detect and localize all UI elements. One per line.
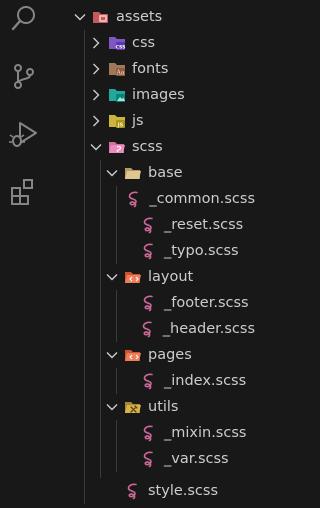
sass-file-icon <box>140 424 158 442</box>
tree-item-pages[interactable]: pages <box>48 342 255 368</box>
tree-item-assets[interactable]: assets <box>48 4 255 30</box>
chevron-right-icon <box>88 61 104 77</box>
sass-file-icon <box>125 190 143 208</box>
tree-item-utils[interactable]: utils <box>48 394 255 420</box>
chevron-down-icon <box>88 139 104 155</box>
tree-item-label: pages <box>148 347 192 363</box>
chevron-right-icon <box>88 87 104 103</box>
svg-text:Aa: Aa <box>116 70 125 77</box>
tree-item-label: images <box>132 87 185 103</box>
tree-item-layout[interactable]: layout <box>48 264 255 290</box>
chevron-down-icon <box>72 9 88 25</box>
tree-item-mixin-scss[interactable]: _mixin.scss <box>48 420 255 446</box>
chevron-right-icon <box>88 113 104 129</box>
tree-item-base[interactable]: base <box>48 160 255 186</box>
tree-item-label: scss <box>132 139 163 155</box>
tree-item-label: _header.scss <box>162 321 255 337</box>
tree-item-label: css <box>132 35 156 51</box>
tree-item-common-scss[interactable]: _common.scss <box>48 186 255 212</box>
tree-item-label: js <box>132 113 144 129</box>
svg-text:JS: JS <box>117 122 124 128</box>
chevron-down-icon <box>104 347 120 363</box>
file-tree: assets CSS css Aa fonts images JS js scs… <box>48 0 255 508</box>
tree-item-scss[interactable]: scss <box>48 134 255 160</box>
activity-bar <box>0 0 48 508</box>
tree-item-header-scss[interactable]: _header.scss <box>48 316 255 342</box>
folder-js-icon: JS <box>108 112 126 130</box>
tree-item-fonts[interactable]: Aa fonts <box>48 56 255 82</box>
tree-item-js[interactable]: JS js <box>48 108 255 134</box>
tree-item-label: style.scss <box>148 483 219 499</box>
sass-file-icon <box>140 372 158 390</box>
tree-item-label: utils <box>148 399 179 415</box>
tree-item-label: _typo.scss <box>164 243 239 259</box>
folder-images-icon <box>108 86 126 104</box>
chevron-down-icon <box>104 399 120 415</box>
folder-utils-open-icon <box>124 398 142 416</box>
sass-file-icon <box>140 242 158 260</box>
sass-file-icon <box>140 294 158 312</box>
folder-layout-open-icon <box>124 268 142 286</box>
folder-sass-open-icon <box>108 138 126 156</box>
tree-item-var-scss[interactable]: _var.scss <box>48 446 255 472</box>
tree-item-footer-scss[interactable]: _footer.scss <box>48 290 255 316</box>
tree-item-label: base <box>148 165 183 181</box>
folder-css-icon: CSS <box>108 34 126 52</box>
source-control-icon[interactable] <box>8 60 40 92</box>
tree-item-label: _var.scss <box>164 451 229 467</box>
chevron-down-icon <box>104 165 120 181</box>
tree-item-css[interactable]: CSS css <box>48 30 255 56</box>
folder-fonts-icon: Aa <box>108 60 126 78</box>
folder-base-open-icon <box>124 164 142 182</box>
tree-item-label: _mixin.scss <box>164 425 247 441</box>
tree-item-label: fonts <box>132 61 169 77</box>
sass-file-icon <box>139 320 157 338</box>
run-debug-icon[interactable] <box>8 118 40 150</box>
tree-item-reset-scss[interactable]: _reset.scss <box>48 212 255 238</box>
tree-item-style-scss[interactable]: style.scss <box>48 478 255 504</box>
explorer-panel: assets CSS css Aa fonts images JS js scs… <box>48 0 255 508</box>
tree-item-label: _index.scss <box>164 373 247 389</box>
tree-item-label: _common.scss <box>149 191 255 207</box>
folder-pages-open-icon <box>124 346 142 364</box>
tree-item-typo-scss[interactable]: _typo.scss <box>48 238 255 264</box>
extensions-icon[interactable] <box>8 176 40 208</box>
folder-assets-open-icon <box>92 8 110 26</box>
chevron-right-icon <box>88 35 104 51</box>
search-icon[interactable] <box>8 2 40 34</box>
tree-item-label: _reset.scss <box>164 217 244 233</box>
sass-file-icon <box>124 482 142 500</box>
tree-item-images[interactable]: images <box>48 82 255 108</box>
svg-text:CSS: CSS <box>116 44 126 50</box>
chevron-down-icon <box>104 269 120 285</box>
sass-file-icon <box>140 450 158 468</box>
tree-item-label: assets <box>116 9 163 25</box>
tree-item-index-scss[interactable]: _index.scss <box>48 368 255 394</box>
tree-item-label: _footer.scss <box>164 295 249 311</box>
sass-file-icon <box>140 216 158 234</box>
tree-item-label: layout <box>148 269 194 285</box>
